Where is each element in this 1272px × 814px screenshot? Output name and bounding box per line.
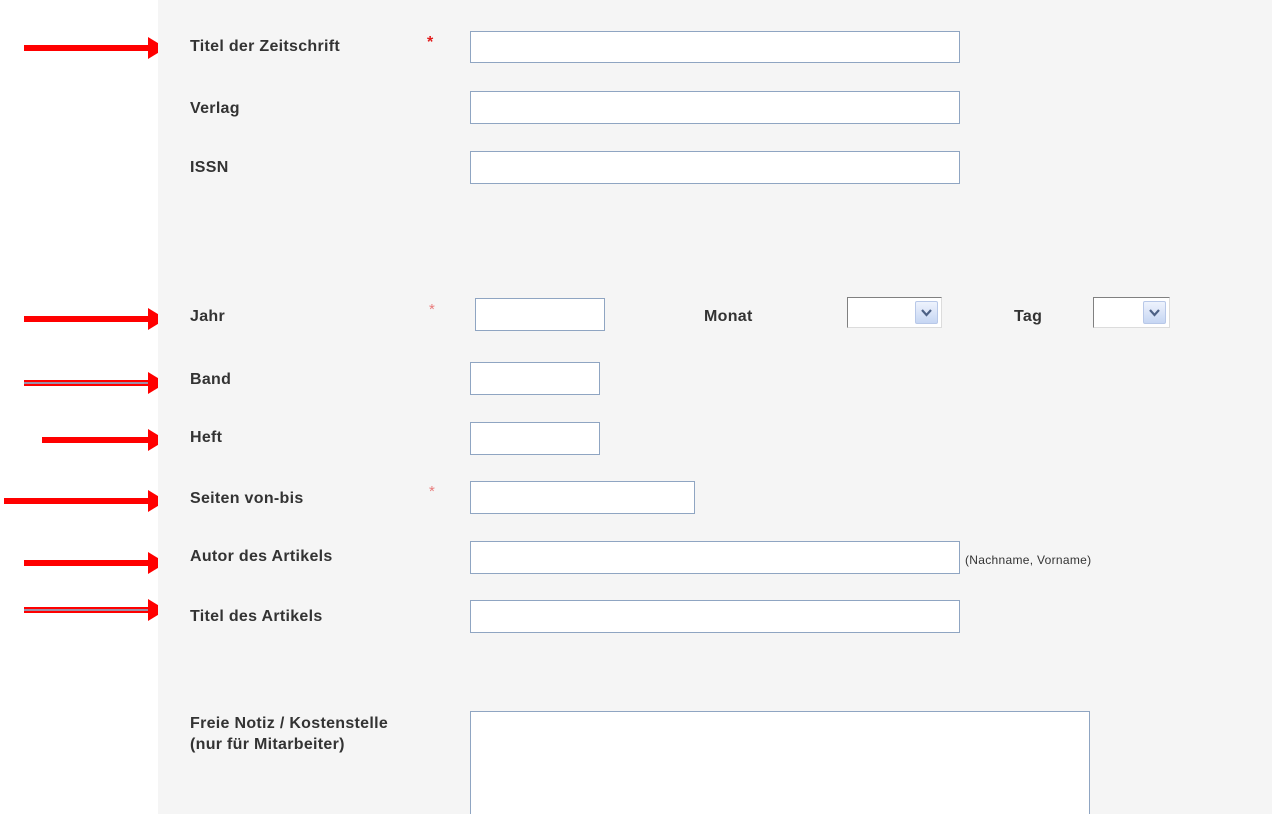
issn-input[interactable] — [470, 151, 960, 184]
red-arrow-icon — [24, 599, 166, 621]
month-label: Monat — [704, 308, 753, 325]
chevron-down-icon[interactable] — [1143, 301, 1166, 324]
issn-label: ISSN — [190, 159, 229, 176]
day-label: Tag — [1014, 308, 1043, 325]
article-author-input[interactable] — [470, 541, 960, 574]
article-title-label: Titel des Artikels — [190, 608, 323, 625]
chevron-down-icon[interactable] — [915, 301, 938, 324]
issue-input[interactable] — [470, 422, 600, 455]
red-arrow-icon — [4, 490, 166, 512]
pages-input[interactable] — [470, 481, 695, 514]
pages-label: Seiten von-bis — [190, 490, 304, 507]
article-title-input[interactable] — [470, 600, 960, 633]
screenshot-stage: Titel der Zeitschrift * Verlag ISSN Jahr… — [0, 0, 1272, 814]
journal-title-input[interactable] — [470, 31, 960, 63]
year-input[interactable] — [475, 298, 605, 331]
red-arrow-icon — [24, 308, 166, 330]
note-textarea[interactable] — [470, 711, 1090, 814]
red-arrow-icon — [42, 429, 166, 451]
red-arrow-icon — [24, 552, 166, 574]
day-select[interactable] — [1093, 297, 1170, 328]
required-mark: * — [427, 34, 434, 51]
required-mark: * — [429, 301, 435, 318]
volume-label: Band — [190, 371, 232, 388]
red-arrow-icon — [24, 372, 166, 394]
article-author-label: Autor des Artikels — [190, 548, 333, 565]
journal-title-label: Titel der Zeitschrift — [190, 38, 341, 55]
issue-label: Heft — [190, 429, 223, 446]
year-label: Jahr — [190, 308, 225, 325]
red-arrow-icon — [24, 37, 166, 59]
article-author-hint: (Nachname, Vorname) — [965, 553, 1092, 567]
required-mark: * — [429, 483, 435, 500]
note-label: Freie Notiz / Kostenstelle (nur für Mita… — [190, 715, 389, 753]
publisher-label: Verlag — [190, 100, 240, 117]
publisher-input[interactable] — [470, 91, 960, 124]
month-select[interactable] — [847, 297, 942, 328]
volume-input[interactable] — [470, 362, 600, 395]
